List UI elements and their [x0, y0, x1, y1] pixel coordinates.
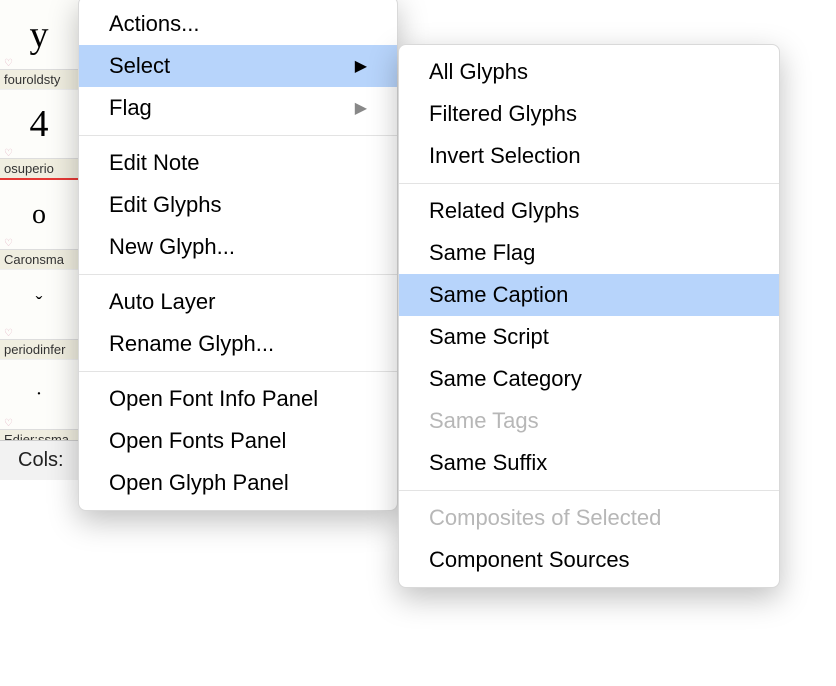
submenu-item-same-tags: Same Tags [399, 400, 779, 442]
menu-label: Same Category [429, 366, 582, 392]
submenu-item-same-suffix[interactable]: Same Suffix [399, 442, 779, 484]
menu-label: Invert Selection [429, 143, 581, 169]
menu-separator [79, 274, 397, 275]
submenu-item-related-glyphs[interactable]: Related Glyphs [399, 190, 779, 232]
menu-item-open-glyph-panel[interactable]: Open Glyph Panel [79, 462, 397, 504]
menu-label: Same Suffix [429, 450, 547, 476]
submenu-item-same-flag[interactable]: Same Flag [399, 232, 779, 274]
glyph-cell[interactable]: · ♡ Edier:ssma [0, 360, 78, 450]
menu-label: Open Glyph Panel [109, 470, 289, 496]
heart-icon: ♡ [4, 328, 13, 339]
submenu-item-same-caption[interactable]: Same Caption [399, 274, 779, 316]
menu-item-open-fonts-panel[interactable]: Open Fonts Panel [79, 420, 397, 462]
menu-label: Open Fonts Panel [109, 428, 286, 454]
chevron-right-icon: ▶ [355, 56, 367, 76]
menu-label: Actions... [109, 11, 199, 37]
menu-label: Filtered Glyphs [429, 101, 577, 127]
glyph-cell[interactable]: o ♡ Caronsma [0, 180, 78, 270]
submenu-item-component-sources[interactable]: Component Sources [399, 539, 779, 581]
menu-label: Same Flag [429, 240, 535, 266]
menu-label: Related Glyphs [429, 198, 579, 224]
menu-label: All Glyphs [429, 59, 528, 85]
glyph-label: osuperio [0, 158, 78, 178]
menu-separator [79, 371, 397, 372]
chevron-right-icon: ▶ [355, 98, 367, 118]
menu-separator [399, 490, 779, 491]
submenu-item-invert-selection[interactable]: Invert Selection [399, 135, 779, 177]
glyph-cell[interactable]: 4 ♡ osuperio [0, 90, 78, 180]
submenu-item-same-category[interactable]: Same Category [399, 358, 779, 400]
menu-label: Select [109, 53, 170, 79]
menu-item-flag[interactable]: Flag ▶ [79, 87, 397, 129]
heart-icon: ♡ [4, 58, 13, 69]
menu-label: Same Caption [429, 282, 568, 308]
glyph-label: periodinfer [0, 339, 78, 359]
submenu-item-all-glyphs[interactable]: All Glyphs [399, 51, 779, 93]
menu-label: Composites of Selected [429, 505, 661, 531]
glyph-cell[interactable]: y ♡ fouroldsty [0, 0, 78, 90]
glyph-label: fouroldsty [0, 69, 78, 89]
glyph-cell[interactable]: ˇ ♡ periodinfer [0, 270, 78, 360]
menu-item-select[interactable]: Select ▶ [79, 45, 397, 87]
glyph-label: Caronsma [0, 249, 78, 269]
menu-item-edit-note[interactable]: Edit Note [79, 142, 397, 184]
submenu-select: All Glyphs Filtered Glyphs Invert Select… [398, 44, 780, 588]
menu-item-rename-glyph[interactable]: Rename Glyph... [79, 323, 397, 365]
context-menu: Actions... Select ▶ Flag ▶ Edit Note Edi… [78, 0, 398, 511]
menu-label: Edit Glyphs [109, 192, 222, 218]
heart-icon: ♡ [4, 238, 13, 249]
menu-label: Auto Layer [109, 289, 215, 315]
menu-item-new-glyph[interactable]: New Glyph... [79, 226, 397, 268]
submenu-item-same-script[interactable]: Same Script [399, 316, 779, 358]
menu-item-auto-layer[interactable]: Auto Layer [79, 281, 397, 323]
menu-label: Rename Glyph... [109, 331, 274, 357]
menu-label: Same Tags [429, 408, 539, 434]
menu-item-edit-glyphs[interactable]: Edit Glyphs [79, 184, 397, 226]
menu-label: New Glyph... [109, 234, 235, 260]
submenu-item-filtered-glyphs[interactable]: Filtered Glyphs [399, 93, 779, 135]
heart-icon: ♡ [4, 148, 13, 159]
menu-item-open-font-info[interactable]: Open Font Info Panel [79, 378, 397, 420]
menu-label: Open Font Info Panel [109, 386, 318, 412]
menu-label: Component Sources [429, 547, 630, 573]
menu-label: Same Script [429, 324, 549, 350]
glyph-grid-column: y ♡ fouroldsty 4 ♡ osuperio o ♡ Caronsma… [0, 0, 78, 450]
cols-label: Cols: [0, 440, 78, 480]
menu-item-actions[interactable]: Actions... [79, 3, 397, 45]
menu-separator [79, 135, 397, 136]
menu-label: Flag [109, 95, 152, 121]
menu-separator [399, 183, 779, 184]
heart-icon: ♡ [4, 418, 13, 429]
menu-label: Edit Note [109, 150, 200, 176]
submenu-item-composites-selected: Composites of Selected [399, 497, 779, 539]
